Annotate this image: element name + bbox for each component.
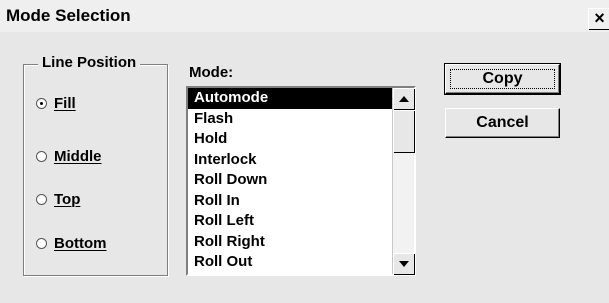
close-icon: × xyxy=(594,8,605,28)
list-item-roll-down[interactable]: Roll Down xyxy=(188,170,392,191)
window-title: Mode Selection xyxy=(6,6,131,25)
list-item-hold[interactable]: Hold xyxy=(188,129,392,150)
radio-fill-indicator[interactable] xyxy=(36,97,47,109)
mode-list-items: Automode Flash Hold Interlock Roll Down … xyxy=(188,88,392,274)
scroll-thumb[interactable] xyxy=(393,110,414,152)
list-item-roll-right[interactable]: Roll Right xyxy=(188,232,392,253)
radio-top-label[interactable]: Top xyxy=(54,191,80,208)
radio-bottom-label[interactable]: Bottom xyxy=(54,235,107,252)
mode-caption: Mode: xyxy=(189,64,234,81)
list-item-interlock[interactable]: Interlock xyxy=(188,150,392,171)
list-item-flash[interactable]: Flash xyxy=(188,109,392,130)
copy-button[interactable]: Copy xyxy=(444,63,561,95)
mode-listbox[interactable]: Automode Flash Hold Interlock Roll Down … xyxy=(186,86,416,276)
radio-bottom[interactable]: Bottom xyxy=(36,231,107,255)
radio-bottom-indicator[interactable] xyxy=(36,237,47,249)
scroll-up-arrow-icon xyxy=(399,96,409,102)
radio-middle[interactable]: Middle xyxy=(36,144,102,168)
cancel-button[interactable]: Cancel xyxy=(445,108,560,138)
radio-fill[interactable]: Fill xyxy=(36,91,76,115)
title-bar: Mode Selection × xyxy=(0,0,609,32)
line-position-title: Line Position xyxy=(38,54,141,71)
radio-fill-label[interactable]: Fill xyxy=(54,95,76,112)
list-item-roll-left[interactable]: Roll Left xyxy=(188,211,392,232)
scroll-down-button[interactable] xyxy=(393,253,414,274)
list-item-roll-in[interactable]: Roll In xyxy=(188,191,392,212)
radio-top[interactable]: Top xyxy=(36,187,80,211)
copy-focus-rect xyxy=(450,69,555,89)
list-item-automode[interactable]: Automode xyxy=(188,88,392,109)
radio-middle-label[interactable]: Middle xyxy=(54,148,102,165)
radio-top-indicator[interactable] xyxy=(36,193,47,205)
close-button[interactable]: × xyxy=(588,8,609,29)
list-item-roll-out[interactable]: Roll Out xyxy=(188,252,392,273)
scroll-up-button[interactable] xyxy=(393,88,414,109)
cancel-label: Cancel xyxy=(476,114,529,131)
scroll-down-arrow-icon xyxy=(399,261,409,267)
radio-middle-indicator[interactable] xyxy=(36,150,47,162)
mode-scrollbar[interactable] xyxy=(392,88,414,274)
